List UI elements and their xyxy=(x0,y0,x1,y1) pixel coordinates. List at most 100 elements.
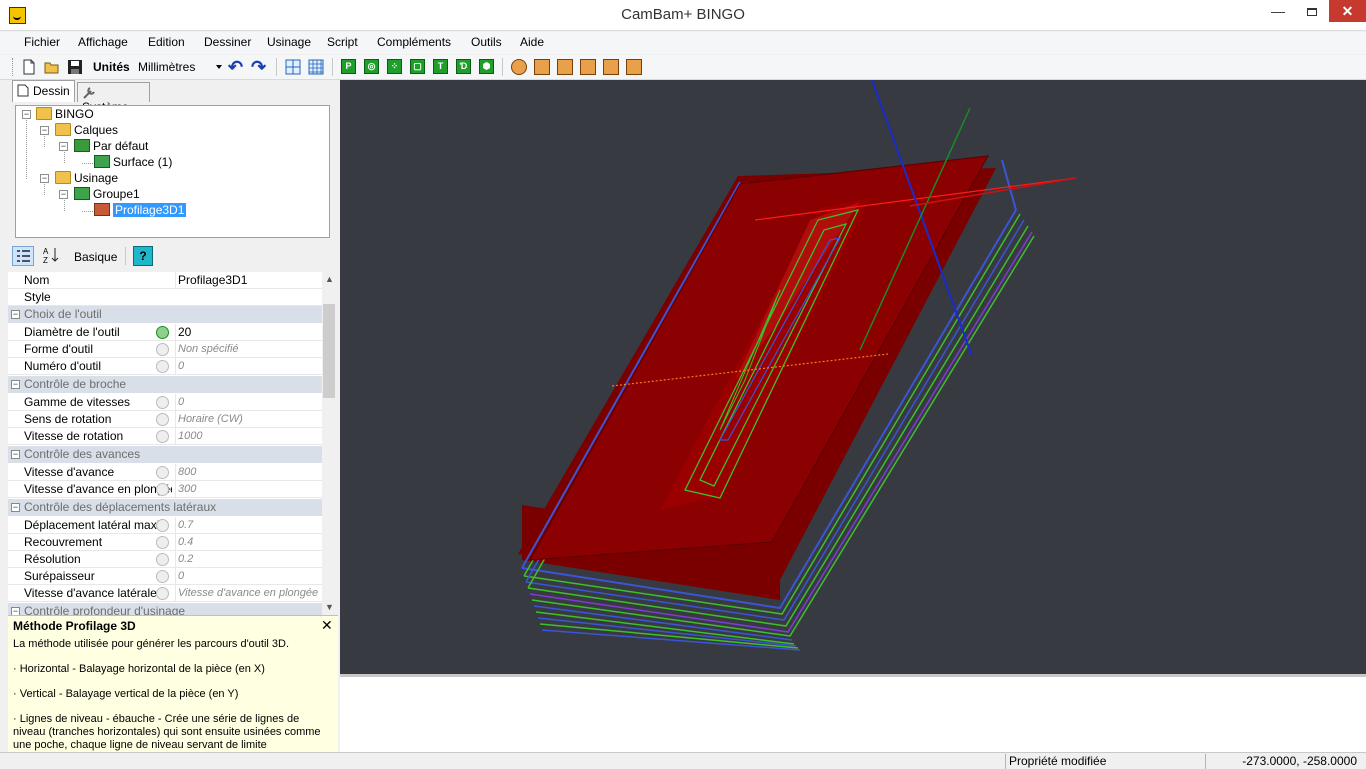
menu-edition[interactable]: Edition xyxy=(148,35,185,49)
3d-profile-op-icon[interactable]: ⬢ xyxy=(479,59,494,74)
prop-value[interactable]: 1000 xyxy=(175,428,322,445)
prop-row-tool-shape[interactable]: Forme d'outil Non spécifié xyxy=(8,341,322,358)
gear-icon[interactable] xyxy=(156,326,169,339)
gear-icon[interactable] xyxy=(156,396,169,409)
scroll-down-icon[interactable]: ▼ xyxy=(325,602,334,612)
minimize-button[interactable]: — xyxy=(1261,0,1295,22)
gear-icon[interactable] xyxy=(156,553,169,566)
menu-usinage[interactable]: Usinage xyxy=(267,35,311,49)
prop-value[interactable]: 0.2 xyxy=(175,551,322,568)
collapse-toggle[interactable]: − xyxy=(11,607,20,615)
gear-icon[interactable] xyxy=(156,536,169,549)
tree-item-par-defaut[interactable]: Par défaut xyxy=(74,138,148,154)
gear-icon[interactable] xyxy=(156,483,169,496)
tree-item-surface[interactable]: Surface (1) xyxy=(94,154,172,170)
prop-value[interactable]: 0.4 xyxy=(175,534,322,551)
prop-value[interactable]: Profilage3D1 xyxy=(175,272,322,289)
tree-item-bingo[interactable]: BINGO xyxy=(36,106,94,122)
drill-op-icon[interactable]: ⁘ xyxy=(387,59,402,74)
profile-op-icon[interactable]: P xyxy=(341,59,356,74)
collapse-toggle[interactable]: − xyxy=(59,142,68,151)
prop-value[interactable]: 800 xyxy=(175,464,322,481)
category-depth[interactable]: − Contrôle profondeur d'usinage xyxy=(8,603,322,615)
prop-row-stock-surface[interactable]: Surépaisseur 0 xyxy=(8,568,322,585)
menu-script[interactable]: Script xyxy=(327,35,358,49)
collapse-toggle[interactable]: − xyxy=(59,190,68,199)
engrave-op-icon[interactable]: ▢ xyxy=(410,59,425,74)
prop-row-lateral-feed[interactable]: Vitesse d'avance latérale Vitesse d'avanc… xyxy=(8,585,322,602)
prop-row-stepover[interactable]: Déplacement latéral maxi 0.7 xyxy=(8,517,322,534)
prop-value[interactable]: 300 xyxy=(175,481,322,498)
tree-item-usinage[interactable]: Usinage xyxy=(55,170,118,186)
message-console[interactable] xyxy=(340,674,1366,752)
tree-item-profilage3d1[interactable]: Profilage3D1 xyxy=(94,202,187,218)
tab-dessin[interactable]: Dessin xyxy=(12,80,75,102)
scroll-up-icon[interactable]: ▲ xyxy=(325,274,334,284)
machine-op-icon[interactable] xyxy=(511,59,527,75)
collapse-toggle[interactable]: − xyxy=(22,110,31,119)
prop-row-plunge-feed[interactable]: Vitesse d'avance en plongée 300 xyxy=(8,481,322,498)
tree-item-groupe1[interactable]: Groupe1 xyxy=(74,186,140,202)
category-spindle[interactable]: − Contrôle de broche xyxy=(8,376,322,393)
style-op-icon[interactable] xyxy=(534,59,550,75)
part-render[interactable] xyxy=(340,80,1366,674)
category-tool[interactable]: − Choix de l'outil xyxy=(8,306,322,323)
category-feeds[interactable]: − Contrôle des avances xyxy=(8,446,322,463)
pocket-op-icon[interactable]: ◎ xyxy=(364,59,379,74)
prop-value[interactable]: Vitesse d'avance en plongée xyxy=(175,585,322,602)
scroll-thumb[interactable] xyxy=(323,304,335,398)
gear-icon[interactable] xyxy=(156,570,169,583)
prop-row-rotation-direction[interactable]: Sens de rotation Horaire (CW) xyxy=(8,411,322,428)
redo-icon[interactable]: ↷ xyxy=(251,58,267,76)
collapse-toggle[interactable]: − xyxy=(40,126,49,135)
gcode-icon[interactable] xyxy=(557,59,573,75)
collapse-toggle[interactable]: − xyxy=(11,380,20,389)
collapse-toggle[interactable]: − xyxy=(11,450,20,459)
categorized-view-button[interactable] xyxy=(12,246,34,266)
close-button[interactable]: ✕ xyxy=(1329,0,1366,22)
prop-value[interactable]: 20 xyxy=(175,324,322,341)
new-file-icon[interactable] xyxy=(21,59,37,75)
prop-row-tool-diameter[interactable]: Diamètre de l'outil 20 xyxy=(8,324,322,341)
prop-row-speed-range[interactable]: Gamme de vitesses 0 xyxy=(8,394,322,411)
save-icon[interactable] xyxy=(67,59,83,75)
prop-value[interactable]: Horaire (CW) xyxy=(175,411,322,428)
prop-row-tool-number[interactable]: Numéro d'outil 0 xyxy=(8,358,322,375)
open-folder-icon[interactable] xyxy=(44,59,60,75)
menu-complements[interactable]: Compléments xyxy=(377,35,451,49)
collapse-toggle[interactable]: − xyxy=(11,310,20,319)
tab-systeme[interactable]: Système xyxy=(77,82,150,114)
alphabetical-view-button[interactable]: AZ xyxy=(41,246,63,266)
gear-icon[interactable] xyxy=(156,360,169,373)
produce-gcode-icon[interactable] xyxy=(626,59,642,75)
close-icon[interactable]: ✕ xyxy=(321,617,333,634)
menu-dessiner[interactable]: Dessiner xyxy=(204,35,251,49)
collapse-toggle[interactable]: − xyxy=(40,174,49,183)
prop-row-resolution[interactable]: Résolution 0.2 xyxy=(8,551,322,568)
undo-icon[interactable]: ↶ xyxy=(228,58,244,76)
toolbar-grip[interactable] xyxy=(12,58,15,76)
menu-fichier[interactable]: Fichier xyxy=(24,35,60,49)
category-lateral[interactable]: − Contrôle des déplacements latéraux xyxy=(8,499,322,516)
prop-row-feed-rate[interactable]: Vitesse d'avance 800 xyxy=(8,464,322,481)
basic-mode-button[interactable]: Basique xyxy=(74,250,117,264)
gear-icon[interactable] xyxy=(156,413,169,426)
grid-icon[interactable] xyxy=(308,59,324,75)
lathe-op-icon[interactable]: Ɗ xyxy=(456,59,471,74)
gear-icon[interactable] xyxy=(156,587,169,600)
prop-row-spindle-speed[interactable]: Vitesse de rotation 1000 xyxy=(8,428,322,445)
property-scrollbar[interactable]: ▲ ▼ xyxy=(322,272,336,615)
help-button[interactable]: ? xyxy=(133,246,153,266)
prop-value[interactable]: 0.7 xyxy=(175,517,322,534)
gear-icon[interactable] xyxy=(156,430,169,443)
prop-row-overlap[interactable]: Recouvrement 0.4 xyxy=(8,534,322,551)
maximize-button[interactable] xyxy=(1295,0,1329,22)
edit-gcode-icon[interactable] xyxy=(603,59,619,75)
text-op-icon[interactable]: T xyxy=(433,59,448,74)
prop-row-style[interactable]: Style xyxy=(8,289,322,306)
snap-grid-icon[interactable] xyxy=(285,59,301,75)
prop-row-nom[interactable]: Nom Profilage3D1 xyxy=(8,272,322,289)
menu-outils[interactable]: Outils xyxy=(471,35,502,49)
gear-icon[interactable] xyxy=(156,519,169,532)
generate-toolpath-icon[interactable] xyxy=(580,59,596,75)
